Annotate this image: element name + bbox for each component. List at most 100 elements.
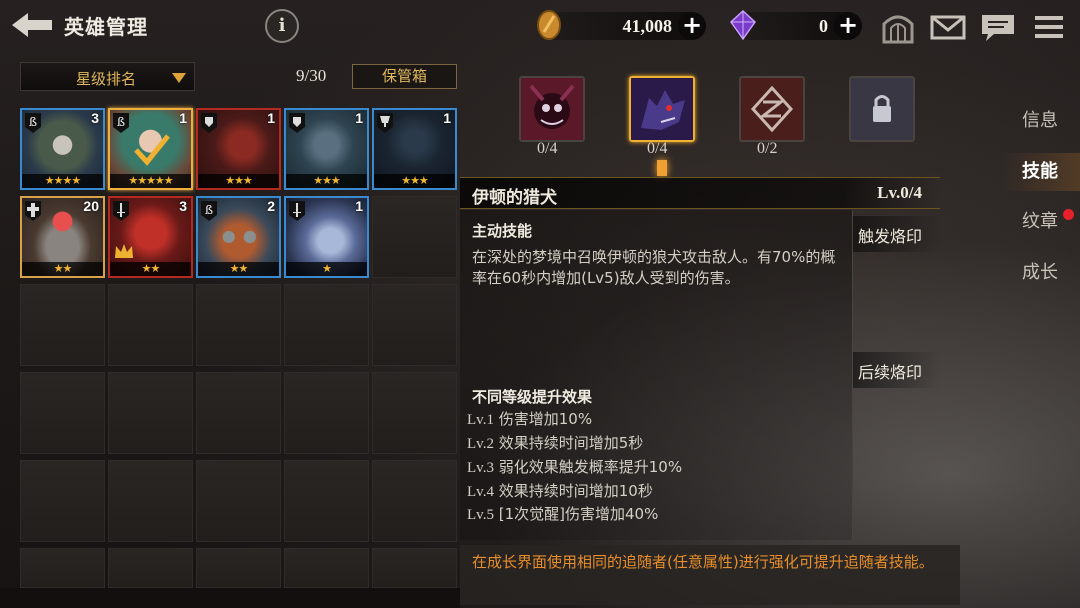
hero-card[interactable]: ß 3 ★★★★ <box>20 108 105 190</box>
page-title: 英雄管理 <box>64 15 148 39</box>
gem-icon <box>728 8 758 42</box>
empty-slot <box>284 284 369 366</box>
skill-count: 0/4 <box>537 140 558 157</box>
shield-icon <box>288 112 306 134</box>
empty-slot <box>20 284 105 366</box>
class-b-icon: ß <box>112 112 130 134</box>
hero-level: 1 <box>179 110 187 126</box>
followup-imprint-label: 后续烙印 <box>858 363 923 382</box>
sort-dropdown[interactable]: 星级排名 <box>20 62 195 91</box>
hero-stars: ★★★★★ <box>110 174 191 188</box>
hero-card[interactable]: 1 ★★★ <box>372 108 457 190</box>
upgrade-line: Lv.2 效果持续时间增加5秒 <box>467 434 644 452</box>
active-skill-title: 主动技能 <box>472 222 533 240</box>
empty-slot <box>196 284 281 366</box>
tip-banner: 在成长界面使用相同的追随者(任意属性)进行强化可提升追随者技能。 <box>460 545 960 605</box>
hero-stars: ★★★ <box>198 174 279 188</box>
empty-slot <box>196 372 281 454</box>
gold-counter: 41,008 + <box>537 10 706 40</box>
hero-card[interactable]: 1 ★★★ <box>196 108 281 190</box>
empty-slot <box>284 372 369 454</box>
upgrade-title: 不同等级提升效果 <box>472 388 593 406</box>
hero-card-selected[interactable]: ß 1 ★★★★★ <box>108 108 193 190</box>
menu-icon[interactable] <box>1032 10 1068 44</box>
hero-stars: ★★★ <box>374 174 455 188</box>
hero-stars: ★★ <box>110 262 191 276</box>
empty-slot <box>196 548 281 588</box>
gem-counter: 0 + <box>730 9 862 41</box>
trigger-imprint-label: 触发烙印 <box>858 227 923 246</box>
demon-mask-icon[interactable] <box>519 76 585 142</box>
skill-name: 伊顿的猎犬 <box>472 188 557 208</box>
tip-text: 在成长界面使用相同的追随者(任意属性)进行强化可提升追随者技能。 <box>472 553 934 571</box>
notification-dot <box>1063 209 1074 220</box>
gem-value: 0 <box>819 16 828 36</box>
empty-slot <box>196 460 281 542</box>
empty-slot <box>372 372 457 454</box>
tab-emblem[interactable]: 纹章 <box>1000 203 1080 241</box>
cross-icon <box>24 200 42 222</box>
upgrade-line: Lv.4 效果持续时间增加10秒 <box>467 482 653 500</box>
sword-icon <box>288 200 306 222</box>
svg-text:ß: ß <box>205 203 213 217</box>
rune-knot-icon[interactable] <box>739 76 805 142</box>
hero-level: 1 <box>267 110 275 126</box>
chat-icon[interactable] <box>980 10 1016 44</box>
class-b-icon: ß <box>24 112 42 134</box>
skill-level: Lv.0/4 <box>877 183 922 202</box>
hero-stars: ★★ <box>198 262 279 276</box>
lock-icon[interactable] <box>849 76 915 142</box>
upgrade-line: Lv.1 伤害增加10% <box>467 410 593 428</box>
hero-card[interactable]: 1 ★ <box>284 196 369 278</box>
empty-slot <box>20 548 105 588</box>
sort-label: 星级排名 <box>76 70 137 88</box>
empty-slot <box>20 372 105 454</box>
hero-card[interactable]: 20 ★★ <box>20 196 105 278</box>
empty-slot <box>108 284 193 366</box>
svg-text:ß: ß <box>29 115 37 129</box>
add-gold-button[interactable]: + <box>678 12 706 40</box>
mail-icon[interactable] <box>930 10 966 44</box>
skill-count: 0/2 <box>757 140 778 157</box>
empty-slot <box>108 460 193 542</box>
chevron-down-icon <box>172 73 186 83</box>
skill-header: 伊顿的猎犬 Lv.0/4 <box>460 177 940 209</box>
empty-slot <box>20 460 105 542</box>
tab-skills[interactable]: 技能 <box>1000 153 1080 191</box>
class-b-icon: ß <box>200 200 218 222</box>
empty-slot <box>372 460 457 542</box>
sword-icon <box>112 200 130 222</box>
tab-label: 纹章 <box>1022 211 1058 232</box>
empty-slot <box>372 284 457 366</box>
crown-icon <box>115 244 133 258</box>
hero-stars: ★★★★ <box>22 174 103 188</box>
hero-level: 3 <box>91 110 99 126</box>
add-gem-button[interactable]: + <box>834 12 862 40</box>
back-arrow-icon[interactable] <box>10 10 54 40</box>
empty-slot <box>108 372 193 454</box>
hero-level: 1 <box>355 110 363 126</box>
hero-stars: ★★★ <box>286 174 367 188</box>
empty-slot <box>372 196 457 278</box>
bottom-bar <box>0 588 460 608</box>
selection-indicator <box>657 160 667 176</box>
gate-icon[interactable] <box>880 10 916 44</box>
hero-level: 2 <box>267 198 275 214</box>
gold-value: 41,008 <box>622 16 673 36</box>
tab-growth[interactable]: 成长 <box>1000 254 1080 292</box>
hero-card[interactable]: 1 ★★★ <box>284 108 369 190</box>
upgrade-line: Lv.5 [1次觉醒]伤害增加40% <box>467 505 659 523</box>
info-button[interactable]: i <box>265 9 299 43</box>
wolf-hound-icon[interactable] <box>629 76 695 142</box>
hero-card[interactable]: 3 ★★ <box>108 196 193 278</box>
hero-count: 9/30 <box>296 66 327 85</box>
hero-level: 20 <box>83 198 99 214</box>
skill-count: 0/4 <box>647 140 668 157</box>
hero-level: 3 <box>179 198 187 214</box>
trophy-icon <box>376 112 394 134</box>
hero-card[interactable]: ß 2 ★★ <box>196 196 281 278</box>
vault-button[interactable]: 保管箱 <box>352 64 457 89</box>
empty-slot <box>284 548 369 588</box>
tab-info[interactable]: 信息 <box>1000 102 1080 140</box>
hero-stars: ★ <box>286 262 367 276</box>
